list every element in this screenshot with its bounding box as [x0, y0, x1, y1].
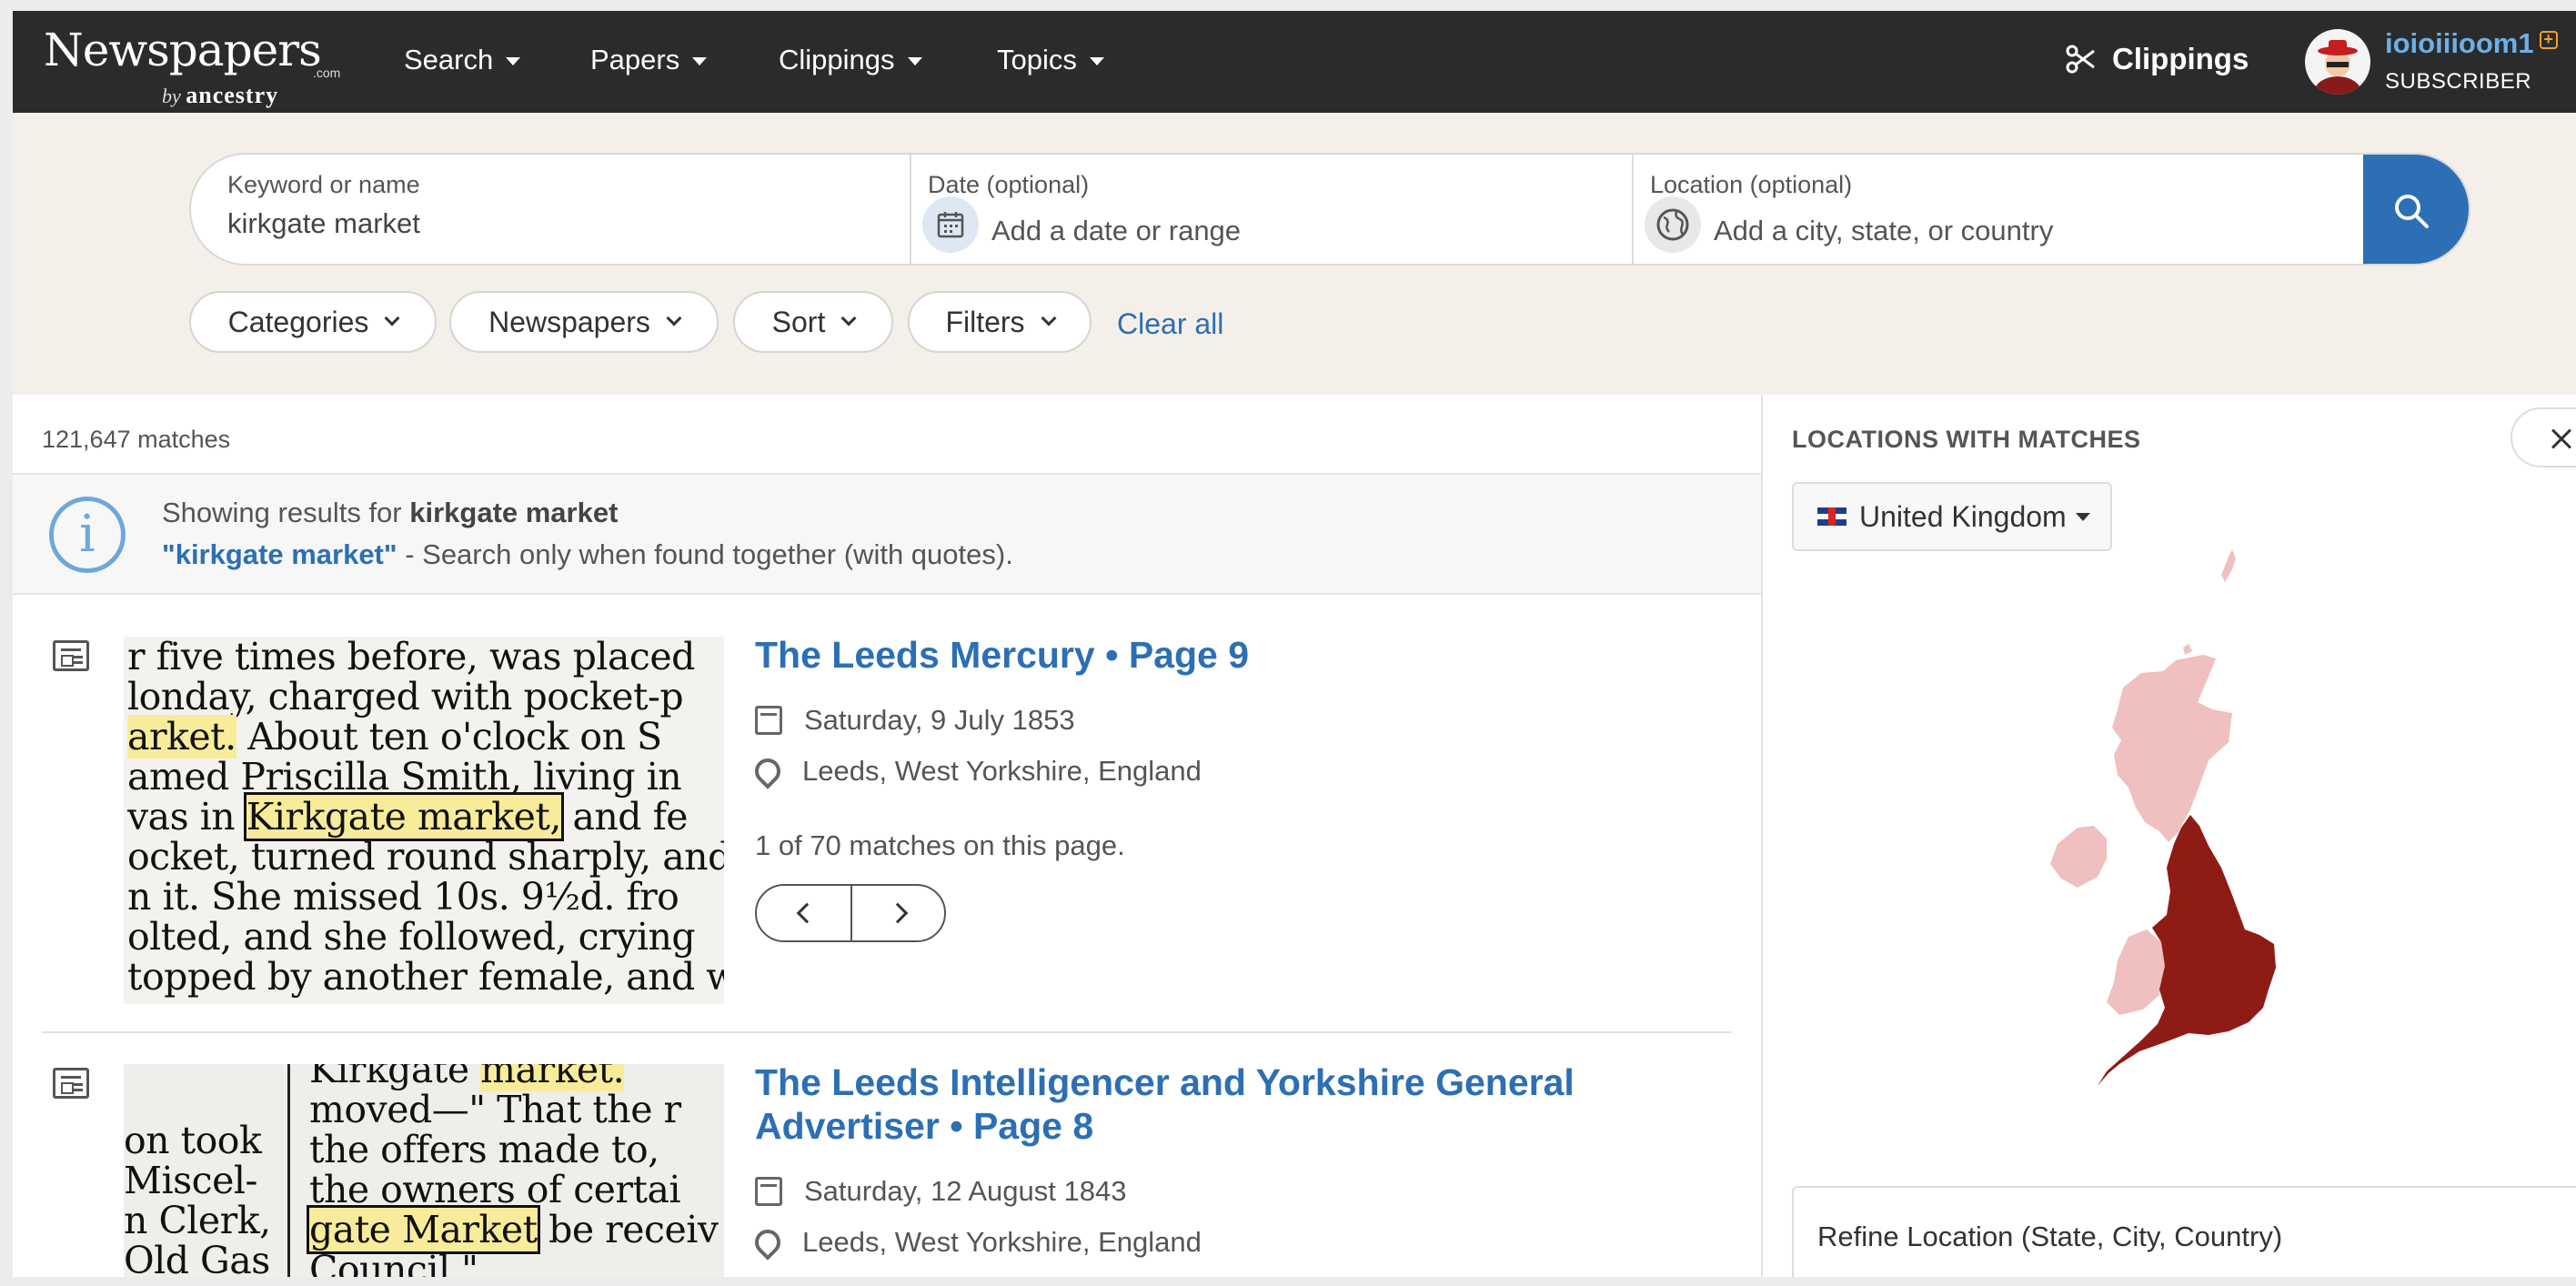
calendar-icon: [755, 1177, 782, 1206]
column-rule: [287, 1064, 290, 1277]
quoted-search-hint: "kirkgate market" - Search only when fou…: [162, 538, 1013, 570]
match-pager: [755, 884, 946, 942]
result-title-link[interactable]: The Leeds Mercury • Page 9: [755, 633, 1249, 677]
pager-divider: [850, 886, 852, 940]
search-icon: [2395, 195, 2429, 228]
chevron-down-icon: [506, 56, 521, 65]
clippings-link[interactable]: Clippings: [2065, 42, 2249, 76]
chevron-down-icon: [666, 310, 682, 327]
refine-location-box[interactable]: Refine Location (State, City, Country): [1792, 1186, 2576, 1277]
chevron-left-icon: [796, 902, 818, 924]
keyword-input[interactable]: kirkgate market: [227, 207, 420, 240]
subscriber-badge: SUBSCRIBER: [2385, 69, 2532, 94]
sort-button[interactable]: Sort: [733, 291, 893, 353]
keyword-label: Keyword or name: [227, 171, 420, 198]
location-pin-icon: [750, 1224, 786, 1261]
filters-button[interactable]: Filters: [908, 291, 1092, 353]
chevron-down-icon: [2075, 512, 2090, 521]
date-input[interactable]: Add a date or range: [991, 215, 1241, 247]
map-region-scotland: [2112, 655, 2232, 842]
top-navigation: Newspapers .com by ancestry Search Paper…: [13, 11, 2576, 113]
result-date: Saturday, 12 August 1843: [755, 1175, 1126, 1208]
globe-icon: [1645, 196, 1701, 253]
date-field[interactable]: Date (optional) Add a date or range: [911, 155, 1632, 264]
username-link[interactable]: ioioiiioom1 +: [2385, 27, 2558, 60]
search-button[interactable]: [2363, 155, 2469, 264]
result-title-link[interactable]: The Leeds Intelligencer and Yorkshire Ge…: [755, 1060, 1628, 1148]
categories-filter-button[interactable]: Categories: [189, 291, 437, 353]
refine-location-label: Refine Location (State, City, Country): [1817, 1221, 2283, 1252]
chevron-down-icon: [907, 56, 922, 65]
newspaper-page-icon: [53, 640, 89, 671]
calendar-icon: [922, 196, 979, 253]
uk-matches-map[interactable]: [2030, 549, 2394, 1095]
chevron-down-icon: [384, 310, 400, 327]
nav-search-menu[interactable]: Search: [404, 44, 521, 76]
browser-viewport: Newspapers .com by ancestry Search Paper…: [13, 11, 2576, 1277]
chevron-down-icon: [840, 310, 857, 327]
result-date: Saturday, 9 July 1853: [755, 704, 1075, 737]
result-snippet-image[interactable]: on took Miscel- n Clerk, Old Gas Kirkgat…: [124, 1064, 724, 1277]
result-snippet-image[interactable]: r five times before, was placed londay, …: [124, 637, 724, 1004]
newspaper-page-icon: [53, 1068, 89, 1099]
search-query: kirkgate market: [409, 497, 619, 528]
logo-by-ancestry: by ancestry: [162, 82, 279, 108]
location-field[interactable]: Location (optional) Add a city, state, o…: [1634, 155, 2352, 264]
locations-panel-title: LOCATIONS WITH MATCHES: [1792, 426, 2141, 453]
clear-all-link[interactable]: Clear all: [1117, 307, 1223, 341]
user-avatar[interactable]: [2305, 29, 2370, 95]
upgrade-plus-icon: +: [2539, 31, 2558, 49]
nav-topics-menu[interactable]: Topics: [997, 44, 1104, 76]
chevron-down-icon: [1089, 56, 1104, 65]
date-label: Date (optional): [928, 171, 1090, 198]
nav-clippings-menu[interactable]: Clippings: [779, 44, 922, 76]
logo-com: .com: [313, 65, 341, 80]
map-region-northern-ireland: [2050, 826, 2107, 888]
quoted-search-link[interactable]: "kirkgate market": [162, 538, 397, 570]
showing-results-text: Showing results for kirkgate market: [162, 497, 619, 528]
result-location: Leeds, West Yorkshire, England: [750, 753, 1202, 789]
result-location: Leeds, West Yorkshire, England: [750, 1224, 1202, 1261]
chevron-down-icon: [692, 56, 708, 65]
snippet-right-column: Kirkgate market. moved—" That the r the …: [307, 1064, 719, 1277]
location-pin-icon: [750, 753, 786, 789]
close-panel-button[interactable]: [2511, 407, 2576, 467]
previous-match-button[interactable]: [757, 886, 851, 940]
location-label: Location (optional): [1650, 171, 1853, 198]
match-count: 121,647 matches: [42, 426, 231, 453]
country-select[interactable]: United Kingdom: [1792, 482, 2112, 551]
next-match-button[interactable]: [853, 886, 944, 940]
map-region-wales: [2107, 929, 2165, 1015]
uk-flag-icon: [1817, 507, 1846, 526]
calendar-icon: [755, 706, 782, 735]
chevron-right-icon: [887, 902, 909, 924]
results-list: 121,647 matches i Showing results for ki…: [13, 395, 1761, 1277]
location-input[interactable]: Add a city, state, or country: [1714, 215, 2053, 247]
search-band: Keyword or name kirkgate market Date (op…: [13, 113, 2576, 395]
logo-wordmark: Newspapers: [44, 24, 322, 76]
newspapers-logo[interactable]: Newspapers .com by ancestry: [44, 20, 344, 111]
locations-panel: LOCATIONS WITH MATCHES United Kingdom Re…: [1761, 395, 2576, 1277]
chevron-down-icon: [1041, 310, 1057, 327]
search-info-banner: i Showing results for kirkgate market "k…: [13, 473, 1761, 595]
search-form: Keyword or name kirkgate market Date (op…: [189, 153, 2470, 266]
map-region-shetland: [2221, 549, 2236, 582]
newspapers-filter-button[interactable]: Newspapers: [449, 291, 719, 353]
match-position-text: 1 of 70 matches on this page.: [755, 829, 1125, 861]
keyword-field[interactable]: Keyword or name kirkgate market: [191, 155, 911, 264]
snippet-left-column: on took Miscel- n Clerk, Old Gas: [124, 1119, 271, 1277]
ancestry-wordmark: ancestry: [186, 82, 279, 108]
result-divider: [42, 1031, 1732, 1033]
info-icon: i: [49, 497, 126, 573]
map-region-orkney: [2183, 644, 2192, 655]
scissors-icon: [2066, 45, 2095, 74]
nav-papers-menu[interactable]: Papers: [590, 44, 708, 76]
